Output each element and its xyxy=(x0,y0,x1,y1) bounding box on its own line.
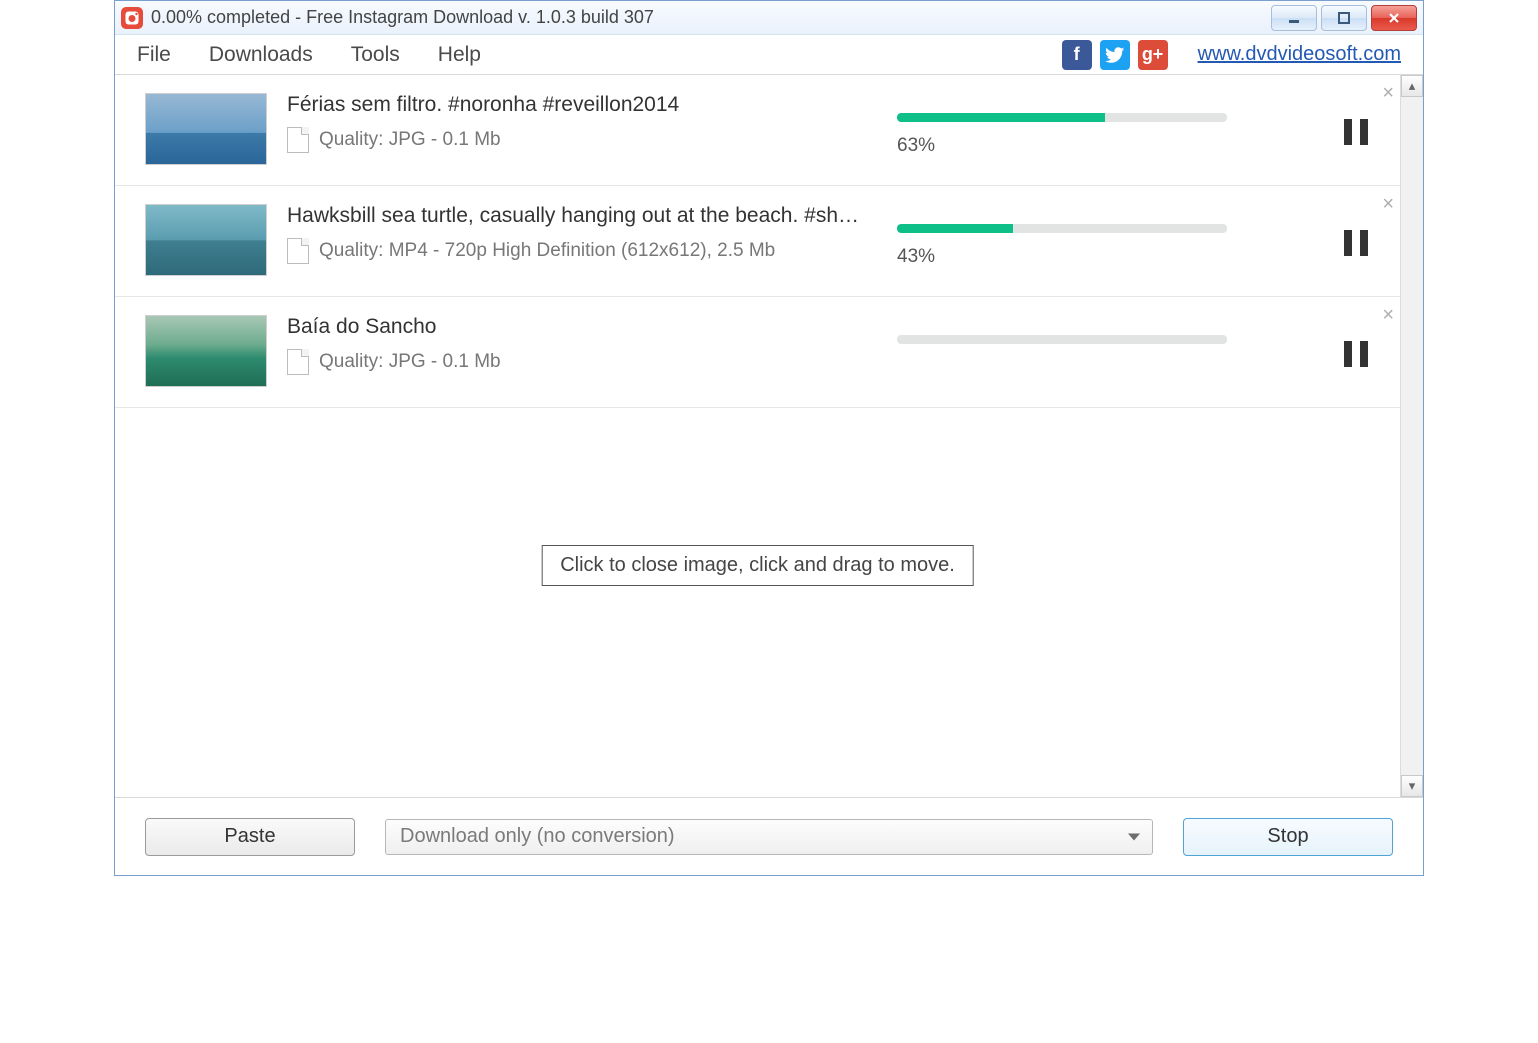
website-link[interactable]: www.dvdvideosoft.com xyxy=(1198,43,1401,66)
remove-button[interactable]: × xyxy=(1382,305,1394,325)
download-meta: Hawksbill sea turtle, casually hanging o… xyxy=(287,204,867,264)
download-item: Baía do Sancho Quality: JPG - 0.1 Mb × xyxy=(115,297,1400,408)
minimize-button[interactable] xyxy=(1271,5,1317,31)
remove-button[interactable]: × xyxy=(1382,194,1394,214)
file-icon xyxy=(287,349,309,375)
download-meta: Baía do Sancho Quality: JPG - 0.1 Mb xyxy=(287,315,867,375)
download-title: Hawksbill sea turtle, casually hanging o… xyxy=(287,204,867,228)
close-button[interactable] xyxy=(1371,5,1417,31)
thumbnail xyxy=(145,93,267,165)
google-plus-icon[interactable]: g+ xyxy=(1138,40,1168,70)
paste-button[interactable]: Paste xyxy=(145,818,355,856)
format-select-value: Download only (no conversion) xyxy=(400,825,675,848)
file-icon xyxy=(287,127,309,153)
pause-button[interactable] xyxy=(1344,230,1368,256)
download-item: Férias sem filtro. #noronha #reveillon20… xyxy=(115,75,1400,186)
download-quality: Quality: JPG - 0.1 Mb xyxy=(319,129,501,151)
format-select[interactable]: Download only (no conversion) xyxy=(385,819,1153,855)
progress-bar xyxy=(897,335,1227,344)
maximize-button[interactable] xyxy=(1321,5,1367,31)
download-quality: Quality: JPG - 0.1 Mb xyxy=(319,351,501,373)
menu-tools[interactable]: Tools xyxy=(351,43,400,67)
download-quality-row: Quality: JPG - 0.1 Mb xyxy=(287,349,867,375)
download-list: Férias sem filtro. #noronha #reveillon20… xyxy=(115,75,1400,797)
progress-fill xyxy=(897,113,1105,122)
title-bar: 0.00% completed - Free Instagram Downloa… xyxy=(115,1,1423,35)
scroll-down-button[interactable]: ▾ xyxy=(1401,775,1423,797)
vertical-scrollbar[interactable]: ▴ ▾ xyxy=(1400,75,1423,797)
application-window: 0.00% completed - Free Instagram Downloa… xyxy=(114,0,1424,876)
progress-percent: 63% xyxy=(897,135,1314,157)
twitter-icon[interactable] xyxy=(1100,40,1130,70)
download-title: Baía do Sancho xyxy=(287,315,867,339)
stop-button[interactable]: Stop xyxy=(1183,818,1393,856)
download-quality: Quality: MP4 - 720p High Definition (612… xyxy=(319,240,775,262)
window-controls xyxy=(1271,5,1417,31)
progress-bar xyxy=(897,113,1227,122)
file-icon xyxy=(287,238,309,264)
progress-section: 63% xyxy=(897,93,1314,157)
menu-file[interactable]: File xyxy=(137,43,171,67)
social-links: f g+ xyxy=(1062,40,1168,70)
scroll-up-button[interactable]: ▴ xyxy=(1401,75,1423,97)
progress-section: 43% xyxy=(897,204,1314,268)
download-quality-row: Quality: MP4 - 720p High Definition (612… xyxy=(287,238,867,264)
download-quality-row: Quality: JPG - 0.1 Mb xyxy=(287,127,867,153)
thumbnail xyxy=(145,204,267,276)
menu-bar: File Downloads Tools Help f g+ www.dvdvi… xyxy=(115,35,1423,75)
scroll-track[interactable] xyxy=(1401,97,1423,775)
tooltip: Click to close image, click and drag to … xyxy=(541,545,974,586)
window-title: 0.00% completed - Free Instagram Downloa… xyxy=(151,7,654,28)
chevron-down-icon xyxy=(1128,833,1140,840)
progress-percent: 43% xyxy=(897,246,1314,268)
download-meta: Férias sem filtro. #noronha #reveillon20… xyxy=(287,93,867,153)
remove-button[interactable]: × xyxy=(1382,83,1394,103)
progress-bar xyxy=(897,224,1227,233)
download-list-area: Férias sem filtro. #noronha #reveillon20… xyxy=(115,75,1423,797)
facebook-icon[interactable]: f xyxy=(1062,40,1092,70)
bottom-bar: Paste Download only (no conversion) Stop xyxy=(115,797,1423,875)
download-item: Hawksbill sea turtle, casually hanging o… xyxy=(115,186,1400,297)
progress-section xyxy=(897,315,1314,357)
progress-fill xyxy=(897,224,1013,233)
pause-button[interactable] xyxy=(1344,341,1368,367)
pause-button[interactable] xyxy=(1344,119,1368,145)
download-title: Férias sem filtro. #noronha #reveillon20… xyxy=(287,93,867,117)
menu-help[interactable]: Help xyxy=(438,43,481,67)
menu-downloads[interactable]: Downloads xyxy=(209,43,313,67)
app-icon xyxy=(121,7,143,29)
thumbnail xyxy=(145,315,267,387)
